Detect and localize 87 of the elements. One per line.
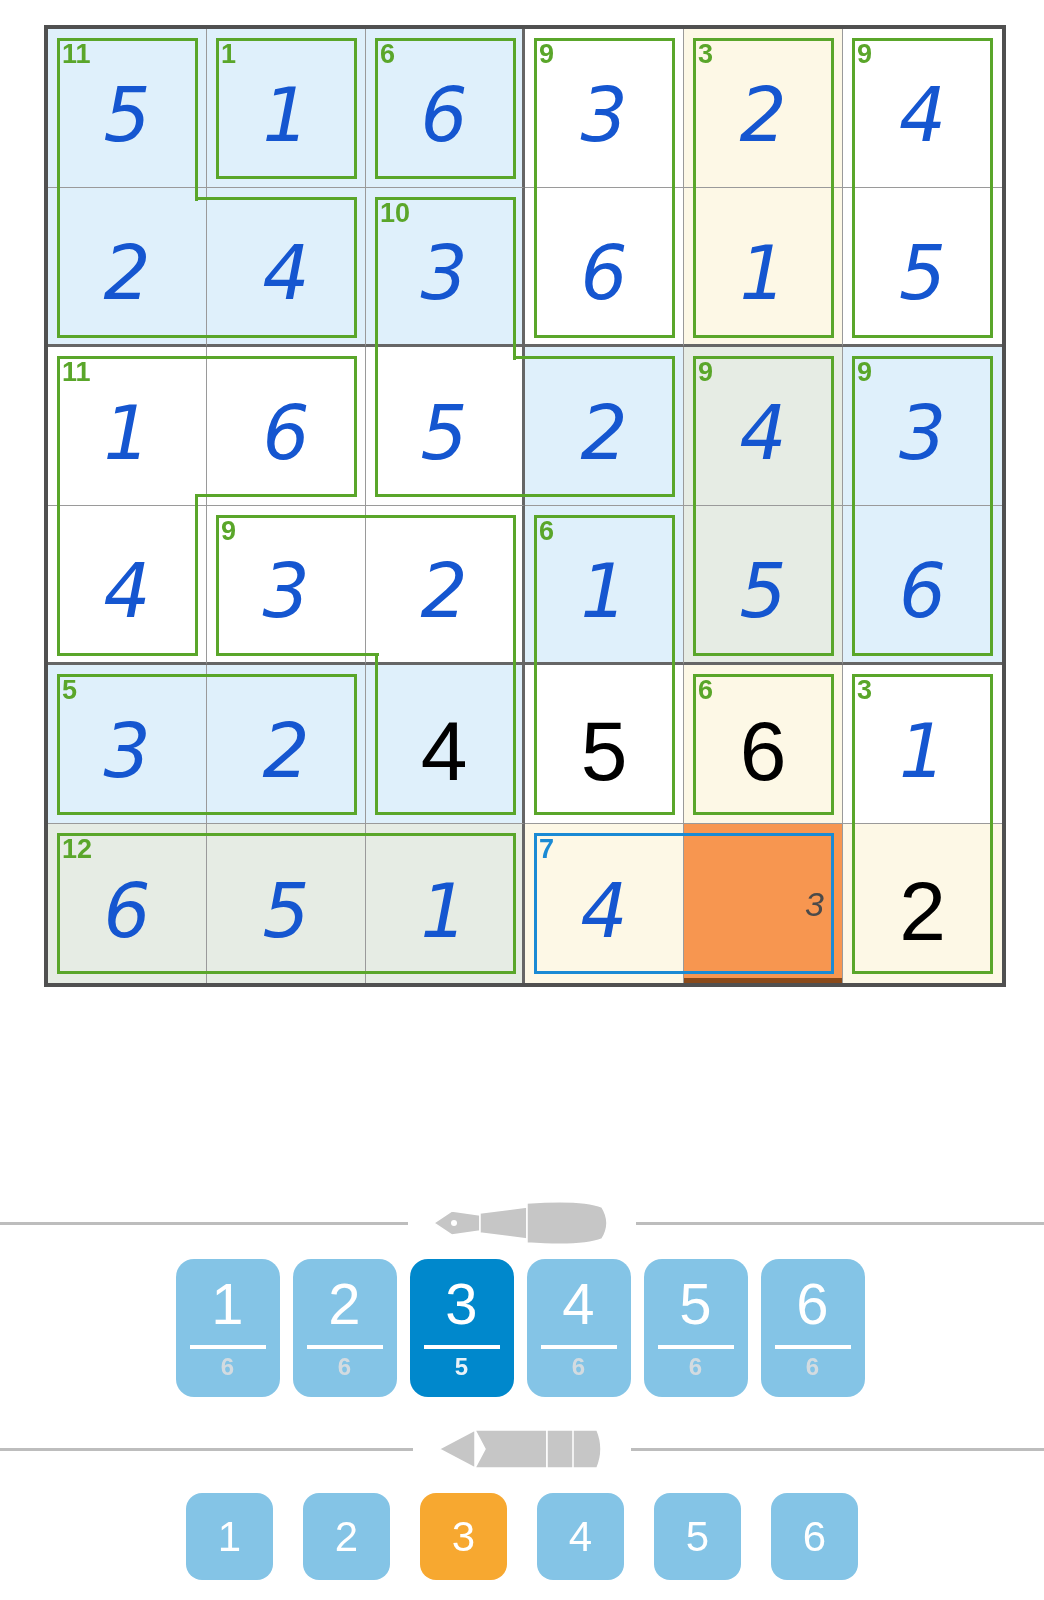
sudoku-cell[interactable]: 6 12 xyxy=(48,824,207,983)
sudoku-cell[interactable]: 3 10 xyxy=(366,188,525,347)
cell-digit: 3 xyxy=(898,389,947,470)
sudoku-cell[interactable]: 4 xyxy=(366,665,525,824)
cage-sum: 5 xyxy=(62,677,78,704)
sudoku-cell[interactable]: 5 xyxy=(525,665,684,824)
cell-digit: 2 xyxy=(580,389,628,470)
sudoku-cell[interactable]: 1 11 xyxy=(48,347,207,506)
cell-digit: 5 xyxy=(420,389,468,470)
sudoku-cell[interactable]: 3 9 xyxy=(207,506,366,665)
cell-digit: 4 xyxy=(420,703,468,793)
cell-digit: 2 xyxy=(899,862,946,953)
cell-digit: 4 xyxy=(739,389,787,470)
cell-digit: 5 xyxy=(580,703,628,793)
cell-digit: 2 xyxy=(420,547,468,628)
cell-digit: 1 xyxy=(103,389,151,470)
sudoku-cell[interactable]: 1 1 xyxy=(207,29,366,188)
cell-digit: 1 xyxy=(262,71,310,152)
sudoku-cell[interactable]: 4 9 xyxy=(684,347,843,506)
cell-digit: 6 xyxy=(739,703,787,793)
cell-digit: 6 xyxy=(898,547,947,628)
cage-sum: 11 xyxy=(62,359,91,386)
cage-sum: 1 xyxy=(221,41,237,68)
cell-digit: 5 xyxy=(262,866,310,948)
sudoku-cell[interactable]: 6 xyxy=(207,347,366,506)
cell-digit: 1 xyxy=(739,229,787,310)
pencil-mark: 3 xyxy=(805,886,824,921)
cell-digit: 4 xyxy=(262,229,310,310)
cell-digit: 2 xyxy=(739,71,787,152)
digit-button[interactable]: 3 5 xyxy=(409,1259,514,1397)
cage-sum: 3 xyxy=(698,41,714,68)
cell-digit: 4 xyxy=(103,547,151,628)
cell-digit: 4 xyxy=(898,71,947,152)
cell-digit: 1 xyxy=(898,707,947,788)
cell-digit: 4 xyxy=(580,866,628,948)
sudoku-cell[interactable]: 5 xyxy=(366,347,525,506)
sudoku-cell[interactable]: 6 xyxy=(843,506,1002,665)
sudoku-cell[interactable]: 2 xyxy=(525,347,684,506)
sudoku-cell[interactable]: 5 11 xyxy=(48,29,207,188)
sudoku-cell[interactable]: 4 xyxy=(207,188,366,347)
cage-sum: 9 xyxy=(857,359,873,386)
sudoku-cell[interactable]: 3 5 xyxy=(48,665,207,824)
cell-digit: 6 xyxy=(420,71,468,152)
cell-digit: 2 xyxy=(262,707,310,788)
cell-digit: 1 xyxy=(420,866,468,948)
cell-digit: 5 xyxy=(103,71,151,152)
cell-digit: 1 xyxy=(580,547,628,628)
cell-digit: 6 xyxy=(580,229,628,310)
cage-sum: 11 xyxy=(62,41,91,68)
sudoku-cell[interactable]: 5 xyxy=(207,824,366,983)
sudoku-cell[interactable]: 1 6 xyxy=(525,506,684,665)
cage-sum: 7 xyxy=(539,836,555,863)
cage-sum: 9 xyxy=(857,41,873,68)
cell-digit: 3 xyxy=(262,547,310,628)
sudoku-cell[interactable]: 1 xyxy=(366,824,525,983)
sudoku-cell[interactable]: 5 xyxy=(684,506,843,665)
sudoku-cell[interactable]: 6 6 xyxy=(366,29,525,188)
sudoku-cell[interactable]: 4 7 xyxy=(525,824,684,983)
cage-sum: 6 xyxy=(539,518,555,545)
cell-digit: 6 xyxy=(103,866,151,948)
cage-sum: 6 xyxy=(698,677,714,704)
sudoku-cell[interactable]: 6 xyxy=(525,188,684,347)
sudoku-cell[interactable]: 3 xyxy=(684,824,843,983)
cage-sum: 9 xyxy=(221,518,237,545)
cage-sum: 6 xyxy=(380,41,396,68)
sudoku-cell[interactable]: 4 xyxy=(48,506,207,665)
cage-sum: 10 xyxy=(380,200,411,227)
sudoku-cell[interactable]: 2 xyxy=(366,506,525,665)
cell-digit: 5 xyxy=(898,229,947,310)
sudoku-cell[interactable]: 3 9 xyxy=(525,29,684,188)
sudoku-cell[interactable]: 3 9 xyxy=(843,347,1002,506)
cell-digit: 5 xyxy=(739,547,787,628)
sudoku-cell[interactable]: 2 3 xyxy=(684,29,843,188)
cage-sum: 9 xyxy=(698,359,714,386)
cage-sum: 3 xyxy=(857,677,873,704)
sudoku-cell[interactable]: 2 xyxy=(48,188,207,347)
sudoku-cell[interactable]: 2 xyxy=(207,665,366,824)
cell-digit: 3 xyxy=(420,229,468,310)
cage-sum: 12 xyxy=(62,836,93,863)
cell-digit: 2 xyxy=(103,229,151,310)
cell-digit: 6 xyxy=(262,389,310,470)
cell-digit: 3 xyxy=(103,707,151,788)
sudoku-cell[interactable]: 1 xyxy=(684,188,843,347)
cage-sum: 9 xyxy=(539,41,555,68)
sudoku-cell[interactable]: 2 xyxy=(843,824,1002,983)
sudoku-cell[interactable]: 6 6 xyxy=(684,665,843,824)
cell-digit: 3 xyxy=(580,71,628,152)
